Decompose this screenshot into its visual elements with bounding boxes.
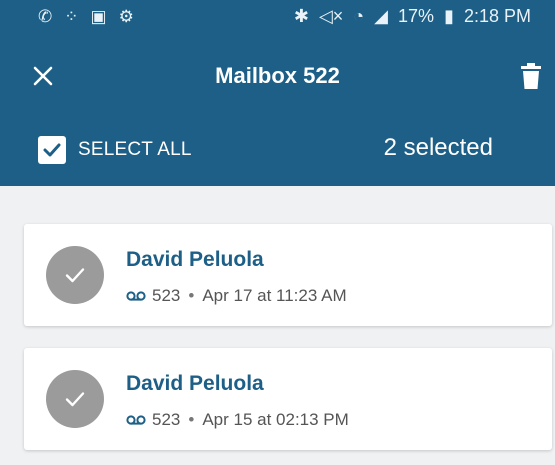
message-date: Apr 17 at 11:23 AM <box>202 286 347 305</box>
apps-icon: ⁘ <box>64 7 79 26</box>
selected-avatar[interactable] <box>46 246 104 304</box>
battery-icon: ▮ <box>444 6 454 26</box>
check-icon <box>65 392 85 407</box>
wifi-icon: ◔ <box>353 6 365 26</box>
caller-name: David Peluola <box>126 372 264 395</box>
select-all-toggle[interactable]: SELECT ALL <box>38 132 192 168</box>
check-icon <box>43 143 61 157</box>
selected-avatar[interactable] <box>46 370 104 428</box>
mute-icon: ◁× <box>318 6 344 26</box>
close-button[interactable] <box>25 58 61 94</box>
signal-icon: ◢ <box>374 6 389 26</box>
message-meta: 523 • Apr 17 at 11:23 AM <box>126 286 347 306</box>
battery-percent: 17% <box>398 6 435 26</box>
voicemail-icon <box>126 415 146 425</box>
separator: • <box>188 286 195 305</box>
separator: • <box>188 410 195 429</box>
caller-name: David Peluola <box>126 248 264 271</box>
selection-bar: SELECT ALL 2 selected <box>0 120 555 182</box>
page-title: Mailbox 522 <box>215 63 340 88</box>
extension: 523 <box>152 410 181 429</box>
close-icon <box>33 66 53 86</box>
status-right: ✱ ◁× ◔ ◢ 17% ▮ 2:18 PM <box>294 6 531 27</box>
voicemail-icon <box>126 291 146 301</box>
list-item[interactable]: David Peluola 523 • Apr 17 at 11:23 AM <box>24 224 552 326</box>
message-meta: 523 • Apr 15 at 02:13 PM <box>126 410 349 430</box>
app-bar: ✆ ⁘ ▣ ⚙ ✱ ◁× ◔ ◢ 17% ▮ 2:18 PM Mailbox 5… <box>0 0 555 186</box>
list-item[interactable]: David Peluola 523 • Apr 15 at 02:13 PM <box>24 348 552 450</box>
title-bar: Mailbox 522 <box>0 48 555 104</box>
clock: 2:18 PM <box>463 6 531 26</box>
status-left-icons: ✆ ⁘ ▣ ⚙ <box>38 7 134 27</box>
select-all-label: SELECT ALL <box>78 139 192 160</box>
phone-icon: ✆ <box>38 7 53 26</box>
delete-button[interactable] <box>513 58 549 94</box>
image-icon: ▣ <box>90 7 107 26</box>
status-bar: ✆ ⁘ ▣ ⚙ ✱ ◁× ◔ ◢ 17% ▮ 2:18 PM <box>0 0 555 36</box>
extension: 523 <box>152 286 181 305</box>
usb-icon: ⚙ <box>118 7 134 26</box>
selected-count: 2 selected <box>383 134 493 161</box>
bluetooth-icon: ✱ <box>293 6 309 26</box>
message-date: Apr 15 at 02:13 PM <box>202 410 349 429</box>
trash-icon <box>521 63 541 89</box>
check-icon <box>65 268 85 283</box>
select-all-checkbox[interactable] <box>38 136 66 164</box>
